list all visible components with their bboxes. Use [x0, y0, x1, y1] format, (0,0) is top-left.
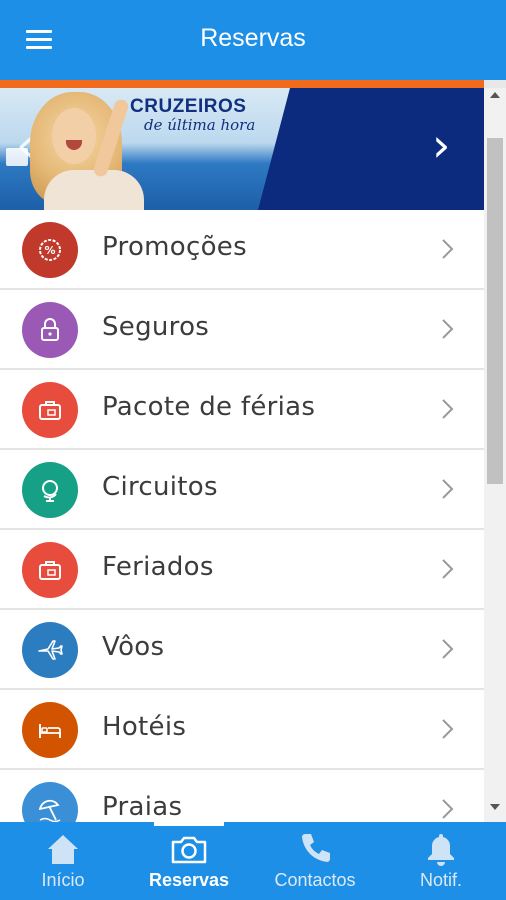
accent-divider	[0, 80, 506, 88]
list-scrollbar[interactable]	[484, 88, 506, 822]
menu-item-feriados[interactable]: Feriados	[0, 530, 484, 610]
globe-icon	[22, 462, 78, 518]
suitcase-icon	[22, 542, 78, 598]
menu-item-label: Feriados	[102, 552, 214, 582]
scroll-down-arrow-icon[interactable]	[490, 804, 500, 810]
bell-icon	[428, 834, 454, 866]
tab-reservas[interactable]: Reservas	[126, 822, 252, 900]
chevron-right-icon	[442, 399, 454, 419]
chevron-right-icon	[442, 639, 454, 659]
chevron-right-icon	[442, 799, 454, 819]
suitcase-icon	[22, 382, 78, 438]
tab-contactos[interactable]: Contactos	[252, 822, 378, 900]
tab-label: Contactos	[274, 870, 356, 890]
percent-badge-icon: %	[22, 222, 78, 278]
banner-headline: CRUZEIROS	[130, 96, 247, 117]
tab-inicio[interactable]: Início	[0, 822, 126, 900]
padlock-icon	[22, 302, 78, 358]
tab-label: Início	[41, 870, 85, 890]
menu-item-label: Hotéis	[102, 712, 187, 742]
phone-icon	[302, 834, 330, 862]
menu-item-label: Pacote de férias	[102, 392, 316, 422]
menu-item-promocoes[interactable]: % Promoções	[0, 210, 484, 290]
page-title: Reservas	[200, 24, 306, 52]
chevron-left-icon[interactable]: ‹	[16, 122, 34, 168]
tab-notificacoes[interactable]: Notif.	[378, 822, 504, 900]
menu-item-circuitos[interactable]: Circuitos	[0, 450, 484, 530]
menu-item-label: Promoções	[102, 232, 247, 262]
home-icon	[48, 835, 78, 864]
scrollbar-thumb[interactable]	[487, 138, 503, 484]
chevron-right-icon	[442, 479, 454, 499]
menu-item-label: Circuitos	[102, 472, 218, 502]
menu-item-hoteis[interactable]: Hotéis	[0, 690, 484, 770]
banner-subline: de última hora	[144, 116, 256, 134]
chevron-right-icon	[442, 719, 454, 739]
app-header: Reservas	[0, 0, 506, 80]
chevron-right-icon	[442, 559, 454, 579]
menu-item-label: Seguros	[102, 312, 210, 342]
scroll-up-arrow-icon[interactable]	[490, 92, 500, 98]
bed-icon	[22, 702, 78, 758]
chevron-right-icon	[442, 319, 454, 339]
camera-icon	[171, 836, 207, 864]
active-tab-indicator	[154, 822, 224, 826]
reservations-menu-list: % Promoções Seguros Pacote de férias Cir…	[0, 210, 484, 850]
menu-item-pacote-de-ferias[interactable]: Pacote de férias	[0, 370, 484, 450]
tab-label: Notif.	[419, 870, 462, 890]
svg-text:%: %	[44, 244, 55, 257]
promo-banner[interactable]: CRUZEIROS de última hora ‹ ›	[0, 88, 484, 210]
chevron-right-icon	[442, 239, 454, 259]
menu-item-voos[interactable]: Vôos	[0, 610, 484, 690]
airplane-icon	[22, 622, 78, 678]
menu-item-label: Praias	[102, 792, 183, 822]
bottom-tab-bar: Início Reservas Contactos Notif.	[0, 822, 506, 900]
tab-label: Reservas	[148, 870, 230, 890]
menu-item-label: Vôos	[102, 632, 165, 662]
chevron-right-icon[interactable]: ›	[432, 122, 450, 168]
menu-item-seguros[interactable]: Seguros	[0, 290, 484, 370]
